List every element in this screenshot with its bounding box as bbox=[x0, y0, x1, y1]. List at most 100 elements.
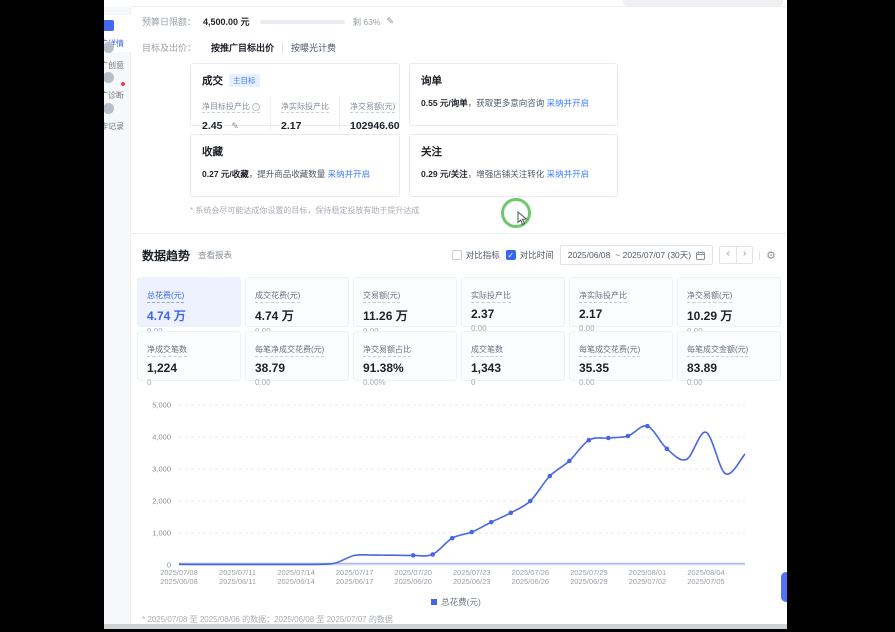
tab-bid-by-goal[interactable]: 按推广目标出价 bbox=[203, 41, 282, 54]
goal-card-title: 关注 bbox=[421, 144, 442, 159]
y-axis-tick-label: 5,000 bbox=[152, 401, 171, 410]
metric-label: 净交易额(元) bbox=[350, 102, 395, 113]
info-icon[interactable]: i bbox=[252, 103, 260, 111]
y-axis-tick-label: 1,000 bbox=[152, 529, 171, 538]
metric-label: 净实际投产比 bbox=[281, 102, 329, 113]
trend-metric-card[interactable]: 成交笔数1,3430 bbox=[461, 331, 565, 381]
data-point-marker[interactable] bbox=[450, 536, 455, 541]
metric-card-compare-value: 0 bbox=[471, 378, 555, 387]
metric-label: 净目标投产比i bbox=[202, 102, 260, 113]
top-divider bbox=[131, 0, 787, 7]
diagnose-icon bbox=[104, 72, 114, 83]
edit-budget-icon[interactable]: ✎ bbox=[386, 16, 394, 27]
x-axis-tick-label: 2025/08/04 bbox=[687, 568, 725, 577]
data-point-marker[interactable] bbox=[411, 553, 416, 558]
budget-row: 预算日限额： 4,500.00 元 剩 63% ✎ bbox=[142, 15, 787, 28]
goal-card-desc: 0.27 元/收藏，提升商品收藏数量 采纳并开启 bbox=[202, 168, 388, 180]
data-point-marker[interactable] bbox=[508, 511, 513, 516]
deal-metric-actual-roi: 净实际投产比 2.17 bbox=[270, 96, 339, 132]
compare-time-checkbox[interactable]: ✓ 对比时间 bbox=[506, 249, 554, 261]
trend-metric-card[interactable]: 实际投产比2.370.00 bbox=[461, 277, 565, 327]
trend-metric-card[interactable]: 交易额(元)11.26 万0.00 bbox=[353, 277, 457, 327]
data-point-marker[interactable] bbox=[469, 530, 474, 535]
trend-metric-card[interactable]: 每笔成交金额(元)83.890.00 bbox=[677, 331, 781, 381]
metric-card-compare-value: 0.00% bbox=[363, 378, 447, 387]
sidebar-item-label: 推广诊断 bbox=[104, 90, 131, 101]
x-axis-tick-label: 2025/07/14 bbox=[277, 568, 315, 577]
data-point-marker[interactable] bbox=[430, 552, 435, 557]
chrome-pill bbox=[623, 0, 783, 6]
data-point-marker[interactable] bbox=[528, 499, 533, 504]
data-point-marker[interactable] bbox=[626, 434, 631, 439]
trend-metric-card[interactable]: 每笔成交花费(元)35.350.00 bbox=[569, 331, 673, 381]
x-axis-tick-label: 2025/06/29 bbox=[570, 577, 608, 586]
metric-card-value: 2.17 bbox=[579, 307, 663, 321]
deal-metric-target-roi: 净目标投产比i 2.45 ✎ bbox=[202, 96, 270, 132]
main-series-line bbox=[179, 426, 745, 565]
x-axis-tick-label: 2025/07/05 bbox=[687, 577, 725, 586]
metric-card-compare-value: 0.00 bbox=[579, 378, 663, 387]
goal-card-title: 成交 bbox=[202, 73, 223, 88]
x-axis-tick-label: 2025/07/23 bbox=[453, 568, 491, 577]
data-point-marker[interactable] bbox=[567, 459, 572, 464]
budget-progress-bar bbox=[260, 20, 345, 24]
metric-card-value: 4.74 万 bbox=[147, 307, 231, 324]
trend-metric-card[interactable]: 总花费(元)4.74 万0.00 bbox=[137, 277, 241, 327]
trend-title: 数据趋势 bbox=[142, 247, 190, 264]
metric-card-value: 1,343 bbox=[471, 361, 555, 375]
controls-divider bbox=[759, 251, 760, 260]
goal-card-deal: 成交 主目标 净目标投产比i 2.45 ✎ 净实际投产比 2.17 净交易额(元… bbox=[190, 63, 400, 126]
trend-metric-card[interactable]: 成交花费(元)4.74 万0.00 bbox=[245, 277, 349, 327]
budget-label: 预算日限额： bbox=[142, 15, 196, 28]
sidebar-item-diagnose[interactable]: 推广诊断 bbox=[104, 70, 131, 101]
creative-icon bbox=[104, 42, 114, 53]
data-point-marker[interactable] bbox=[489, 520, 494, 525]
x-axis-tick-label: 2025/07/08 bbox=[160, 568, 198, 577]
adopt-enable-link[interactable]: 采纳并开启 bbox=[328, 169, 371, 179]
trend-metric-card[interactable]: 每笔净成交花费(元)38.790.00 bbox=[245, 331, 349, 381]
metric-card-value: 38.79 bbox=[255, 361, 339, 375]
x-axis-tick-label: 2025/07/02 bbox=[629, 577, 667, 586]
metric-card-value: 11.26 万 bbox=[363, 307, 447, 324]
trend-metric-card[interactable]: 净实际投产比2.170.00 bbox=[569, 277, 673, 327]
gear-icon[interactable]: ⚙ bbox=[766, 249, 776, 262]
adopt-enable-link[interactable]: 采纳并开启 bbox=[547, 169, 590, 179]
legend-swatch bbox=[431, 599, 437, 605]
budget-remaining: 剩 63% bbox=[353, 16, 381, 28]
metric-card-value: 10.29 万 bbox=[687, 307, 771, 324]
compare-metric-checkbox[interactable]: 对比指标 bbox=[452, 249, 500, 261]
metric-card-label: 每笔成交金额(元) bbox=[687, 344, 748, 357]
trend-metric-card[interactable]: 净成交笔数1,2240 bbox=[137, 331, 241, 381]
sidebar-item-history[interactable]: 操作记录 bbox=[104, 101, 131, 132]
sidebar-item-creative[interactable]: 推广创意 bbox=[104, 40, 131, 71]
bidding-row: 目标及出价： 按推广目标出价 按曝光计费 bbox=[142, 41, 787, 54]
bidding-tabs: 按推广目标出价 按曝光计费 bbox=[203, 41, 344, 54]
adopt-enable-link[interactable]: 采纳并开启 bbox=[547, 98, 590, 108]
checkbox-checked-icon[interactable]: ✓ bbox=[506, 250, 516, 260]
metric-card-value: 35.35 bbox=[579, 361, 663, 375]
edit-roi-icon[interactable]: ✎ bbox=[231, 121, 239, 131]
data-point-marker[interactable] bbox=[665, 447, 670, 452]
prev-period-button[interactable]: ‹ bbox=[720, 247, 736, 263]
budget-value: 4,500.00 元 bbox=[203, 15, 250, 28]
metric-value: 2.17 bbox=[281, 120, 329, 132]
data-point-marker[interactable] bbox=[606, 436, 611, 441]
x-axis-tick-label: 2025/06/23 bbox=[453, 577, 491, 586]
data-point-marker[interactable] bbox=[548, 474, 553, 479]
checkbox-unchecked-icon[interactable] bbox=[452, 250, 462, 260]
y-axis-tick-label: 3,000 bbox=[152, 465, 171, 474]
data-point-marker[interactable] bbox=[587, 438, 592, 443]
date-range-picker[interactable]: 2025/06/08 ~ 2025/07/07 (30天) bbox=[560, 245, 713, 265]
tab-bid-by-impression[interactable]: 按曝光计费 bbox=[283, 41, 344, 54]
x-axis-tick-label: 2025/08/01 bbox=[629, 568, 667, 577]
trend-metric-card[interactable]: 净交易额(元)10.29 万0.00 bbox=[677, 277, 781, 327]
chart-legend: 总花费(元) bbox=[131, 596, 781, 608]
y-axis-tick-label: 4,000 bbox=[152, 433, 171, 442]
side-fab-button[interactable] bbox=[781, 572, 787, 602]
data-point-marker[interactable] bbox=[645, 424, 650, 429]
y-axis-tick-label: 2,000 bbox=[152, 497, 171, 506]
trend-metric-card[interactable]: 净交易额占比91.38%0.00% bbox=[353, 331, 457, 381]
view-report-link[interactable]: 查看报表 bbox=[198, 249, 232, 261]
metric-card-label: 每笔净成交花费(元) bbox=[255, 344, 324, 357]
next-period-button[interactable]: › bbox=[736, 247, 752, 263]
